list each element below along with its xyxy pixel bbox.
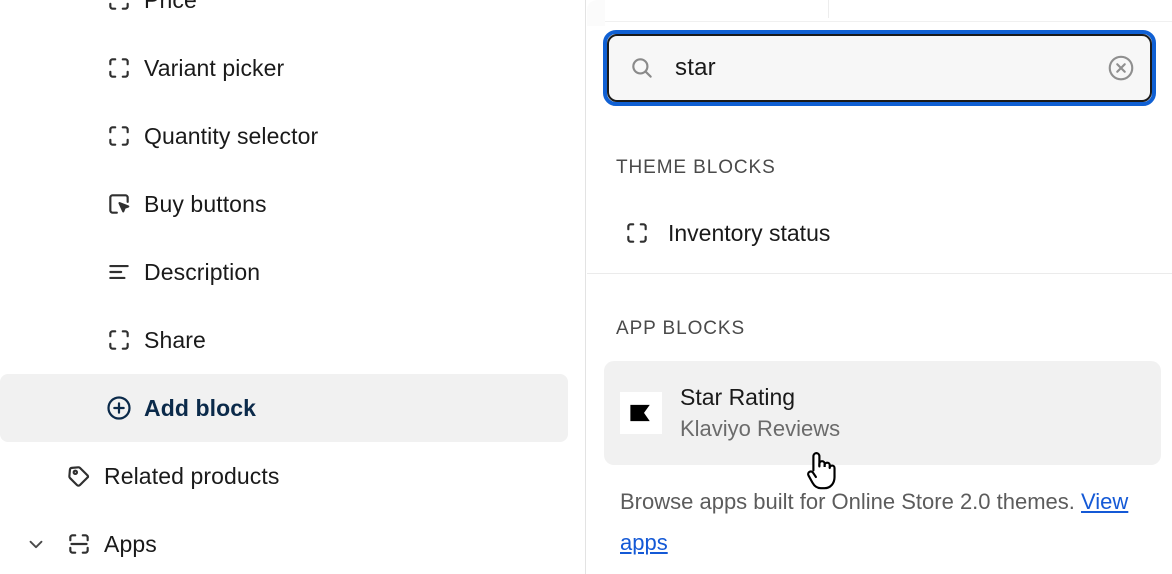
app-block-item-star-rating[interactable]: Star Rating Klaviyo Reviews <box>604 361 1161 465</box>
result-item-inventory-status[interactable]: Inventory status <box>604 209 830 257</box>
tree-item-label: Description <box>144 259 260 286</box>
tag-icon <box>64 461 94 491</box>
tree-item-label: Share <box>144 327 206 354</box>
app-block-title: Star Rating <box>680 385 840 410</box>
tree-item-label: Buy buttons <box>144 191 267 218</box>
block-corners-icon <box>622 218 652 248</box>
circle-plus-icon <box>104 393 134 423</box>
tree-item-label: Apps <box>104 531 157 558</box>
tree-item-variant-picker[interactable]: Variant picker <box>0 34 568 102</box>
tree-item-related-products[interactable]: Related products <box>0 442 568 510</box>
app-blocks-heading: APP BLOCKS <box>616 318 745 340</box>
app-block-subtitle: Klaviyo Reviews <box>680 417 840 441</box>
chevron-down-icon[interactable] <box>24 532 48 556</box>
add-block-button[interactable]: Add block <box>0 374 568 442</box>
tree-item-share[interactable]: Share <box>0 306 568 374</box>
search-icon <box>629 55 655 81</box>
result-item-label: Inventory status <box>668 220 830 247</box>
text-lines-icon <box>104 257 134 287</box>
tree-item-label: Variant picker <box>144 55 284 82</box>
app-block-texts: Star Rating Klaviyo Reviews <box>680 385 840 440</box>
search-input[interactable]: star <box>607 34 1152 102</box>
cursor-square-icon <box>104 189 134 219</box>
section-tree-panel: Price Variant picker Quantity selector <box>0 0 586 574</box>
add-block-label: Add block <box>144 395 256 422</box>
tree-item-description[interactable]: Description <box>0 238 568 306</box>
popover-corner <box>587 0 605 26</box>
klaviyo-flag-logo <box>620 392 662 434</box>
tree-item-label: Related products <box>104 463 279 490</box>
browse-apps-text: Browse apps built for Online Store 2.0 t… <box>620 489 1081 514</box>
tab-divider <box>828 0 829 18</box>
block-tree: Price Variant picker Quantity selector <box>0 0 586 574</box>
tree-item-label: Price <box>144 0 197 14</box>
block-corners-icon <box>104 121 134 151</box>
theme-blocks-heading: THEME BLOCKS <box>616 157 776 179</box>
popover-top-strip <box>587 0 1172 22</box>
section-divider <box>587 273 1172 274</box>
apps-section-icon <box>64 529 94 559</box>
theme-editor-screen: Price Variant picker Quantity selector <box>0 0 1172 574</box>
block-corners-icon <box>104 53 134 83</box>
block-corners-icon <box>104 0 134 15</box>
browse-apps-note: Browse apps built for Online Store 2.0 t… <box>620 482 1160 563</box>
search-input-value: star <box>675 56 1106 80</box>
tree-item-label: Quantity selector <box>144 123 318 150</box>
tree-item-price[interactable]: Price <box>0 0 568 34</box>
clear-circle-x-icon[interactable] <box>1106 53 1136 83</box>
tree-item-buy-buttons[interactable]: Buy buttons <box>0 170 568 238</box>
tree-item-apps[interactable]: Apps <box>0 510 568 574</box>
block-corners-icon <box>104 325 134 355</box>
search-field-wrapper: star <box>603 30 1156 106</box>
tree-item-quantity-selector[interactable]: Quantity selector <box>0 102 568 170</box>
